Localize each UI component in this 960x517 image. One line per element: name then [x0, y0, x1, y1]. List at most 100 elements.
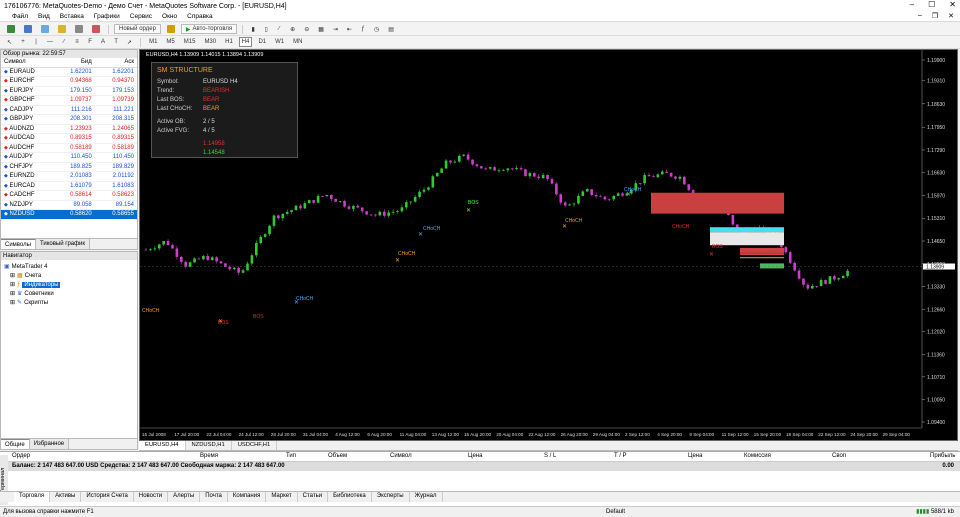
- zoom-out-icon[interactable]: ⊖: [301, 24, 312, 34]
- nav-accounts[interactable]: ⊞ ▦ Счета: [4, 271, 134, 280]
- terminal-tab-7[interactable]: Маркет: [266, 492, 298, 502]
- menu-item-3[interactable]: Графики: [94, 13, 120, 20]
- terminal-button[interactable]: [72, 24, 86, 34]
- table-row[interactable]: ◆ AUDNZD 1.23923 1.24065: [1, 124, 137, 134]
- terminal-tab-6[interactable]: Компания: [228, 492, 267, 502]
- navigator-button[interactable]: [55, 24, 69, 34]
- candle-chart-icon[interactable]: ▯: [261, 24, 271, 34]
- terminal-tab-9[interactable]: Библиотека: [328, 492, 372, 502]
- indicators-icon[interactable]: ƒ: [358, 24, 368, 34]
- cursor-icon[interactable]: ↖: [4, 37, 15, 47]
- terminal-tab-2[interactable]: История Счета: [81, 492, 134, 502]
- terminal-tab-0[interactable]: Торговля: [14, 492, 51, 502]
- terminal-col-2[interactable]: Тип: [286, 453, 296, 459]
- terminal-tab-1[interactable]: Активы: [50, 492, 82, 502]
- timeframe-h1[interactable]: H1: [222, 37, 236, 47]
- table-row[interactable]: ◆ EURJPY 179.150 179.153: [1, 86, 137, 96]
- table-row[interactable]: ◆ AUDCAD 0.89315 0.89315: [1, 133, 137, 144]
- table-row[interactable]: ◆ CADCHF 0.58614 0.58623: [1, 190, 137, 201]
- new-order-button[interactable]: Новый ордер: [114, 24, 161, 34]
- metaeditor-button[interactable]: [164, 24, 178, 34]
- menu-item-6[interactable]: Справка: [187, 13, 213, 20]
- col-ask[interactable]: Аск: [94, 58, 137, 68]
- table-row[interactable]: ◆ CHFJPY 189.825 189.829: [1, 162, 137, 172]
- terminal-col-1[interactable]: Время: [200, 453, 218, 459]
- table-row[interactable]: ◆ NZDJPY 89.058 89.154: [1, 200, 137, 210]
- nav-experts[interactable]: ⊞ ♛ Советники: [4, 289, 134, 298]
- terminal-col-7[interactable]: T / P: [614, 453, 627, 459]
- table-row[interactable]: ◆ EURCAD 1.61079 1.61083: [1, 181, 137, 191]
- terminal-col-9[interactable]: Комиссия: [744, 453, 771, 459]
- chart-shift-icon[interactable]: ⇤: [344, 24, 355, 34]
- child-restore-icon[interactable]: ❐: [932, 12, 938, 20]
- vertical-line-icon[interactable]: |: [31, 37, 41, 47]
- terminal-col-5[interactable]: Цена: [468, 453, 482, 459]
- child-minimize-icon[interactable]: –: [918, 12, 922, 20]
- terminal-tab-5[interactable]: Почта: [200, 492, 228, 502]
- arrow-icon[interactable]: ➚: [124, 37, 135, 47]
- table-row[interactable]: ◆ EURNZD 2.01083 2.01192: [1, 171, 137, 182]
- chart-tab-2[interactable]: USDCHF,H1: [232, 441, 278, 450]
- tab-favorites[interactable]: Избранное: [29, 439, 70, 449]
- menu-item-2[interactable]: Вставка: [60, 13, 84, 20]
- periods-icon[interactable]: ◷: [371, 24, 382, 34]
- bar-chart-icon[interactable]: ▮: [248, 24, 258, 34]
- terminal-col-0[interactable]: Ордер: [12, 453, 30, 459]
- nav-root[interactable]: ▣ MetaTrader 4: [4, 262, 134, 271]
- table-row[interactable]: ◆ AUDCHF 0.58189 0.58189: [1, 143, 137, 153]
- tab-common[interactable]: Общие: [1, 439, 30, 449]
- menu-item-4[interactable]: Сервис: [130, 13, 152, 20]
- autotrading-button[interactable]: ▶ Авто-торговля: [180, 24, 238, 34]
- timeframe-h4[interactable]: H4: [238, 37, 253, 47]
- timeframe-m15[interactable]: M15: [181, 37, 199, 47]
- table-row[interactable]: ◆ EURCHF 0.94368 0.94370: [1, 76, 137, 87]
- tester-button[interactable]: [89, 24, 103, 34]
- terminal-col-8[interactable]: Цена: [688, 453, 702, 459]
- timeframe-m5[interactable]: M5: [163, 37, 177, 47]
- profiles-button[interactable]: [21, 24, 35, 34]
- menu-item-5[interactable]: Окно: [162, 13, 177, 20]
- terminal-tab-11[interactable]: Журнал: [410, 492, 443, 502]
- timeframe-m1[interactable]: M1: [146, 37, 160, 47]
- table-row[interactable]: ◆ CADJPY 111.216 111.221: [1, 105, 137, 115]
- zoom-in-icon[interactable]: ⊕: [287, 24, 298, 34]
- nav-indicators[interactable]: ⊞ ƒ Индикаторы: [4, 280, 134, 289]
- nav-scripts[interactable]: ⊞ ✎ Скрипты: [4, 298, 134, 307]
- market-watch-button[interactable]: [38, 24, 52, 34]
- terminal-tab-4[interactable]: Алерты: [168, 492, 201, 502]
- text-icon[interactable]: A: [98, 37, 108, 47]
- timeframe-m30[interactable]: M30: [201, 37, 219, 47]
- timeframe-mn[interactable]: MN: [290, 37, 305, 47]
- minimize-icon[interactable]: –: [910, 0, 914, 9]
- child-close-icon[interactable]: ✕: [948, 12, 954, 20]
- maximize-icon[interactable]: ☐: [928, 0, 935, 9]
- templates-icon[interactable]: ▤: [385, 24, 397, 34]
- timeframe-d1[interactable]: D1: [255, 37, 269, 47]
- terminal-tab-10[interactable]: Эксперты: [372, 492, 410, 502]
- chart-window[interactable]: 1.19900 1.19310 1.18630 1.17950 1.17290 1.166…: [139, 49, 958, 441]
- terminal-col-11[interactable]: Прибыль: [930, 453, 955, 459]
- new-chart-button[interactable]: [4, 24, 18, 34]
- chart-tab-0[interactable]: EURUSD,H4: [139, 441, 186, 450]
- autoscroll-icon[interactable]: ⇥: [330, 24, 341, 34]
- terminal-col-10[interactable]: Своп: [832, 453, 846, 459]
- terminal-col-3[interactable]: Объем: [328, 453, 347, 459]
- table-row[interactable]: ◆ EURAUD 1.62201 1.62201: [1, 67, 137, 77]
- trendline-icon[interactable]: ∕: [59, 37, 69, 47]
- table-row[interactable]: ◆ AUDJPY 110.450 110.450: [1, 152, 137, 163]
- terminal-col-6[interactable]: S / L: [544, 453, 556, 459]
- menu-item-1[interactable]: Вид: [38, 13, 50, 20]
- col-symbol[interactable]: Символ: [1, 58, 53, 68]
- tile-icon[interactable]: ▦: [315, 24, 327, 34]
- channel-icon[interactable]: ≡: [72, 37, 82, 47]
- horizontal-line-icon[interactable]: —: [44, 37, 56, 47]
- table-row[interactable]: ◆ GBPCHF 1.09737 1.09739: [1, 95, 137, 106]
- chart-tab-1[interactable]: NZDUSD,H1: [186, 441, 232, 450]
- col-bid[interactable]: Бид: [52, 58, 95, 68]
- label-icon[interactable]: T: [111, 37, 121, 47]
- table-row[interactable]: ◆ GBPJPY 208.301 208.315: [1, 114, 137, 125]
- line-chart-icon[interactable]: ∕: [274, 24, 284, 34]
- timeframe-w1[interactable]: W1: [272, 37, 287, 47]
- close-icon[interactable]: ✕: [949, 0, 956, 9]
- tab-tick-chart[interactable]: Тиковый график: [35, 239, 91, 249]
